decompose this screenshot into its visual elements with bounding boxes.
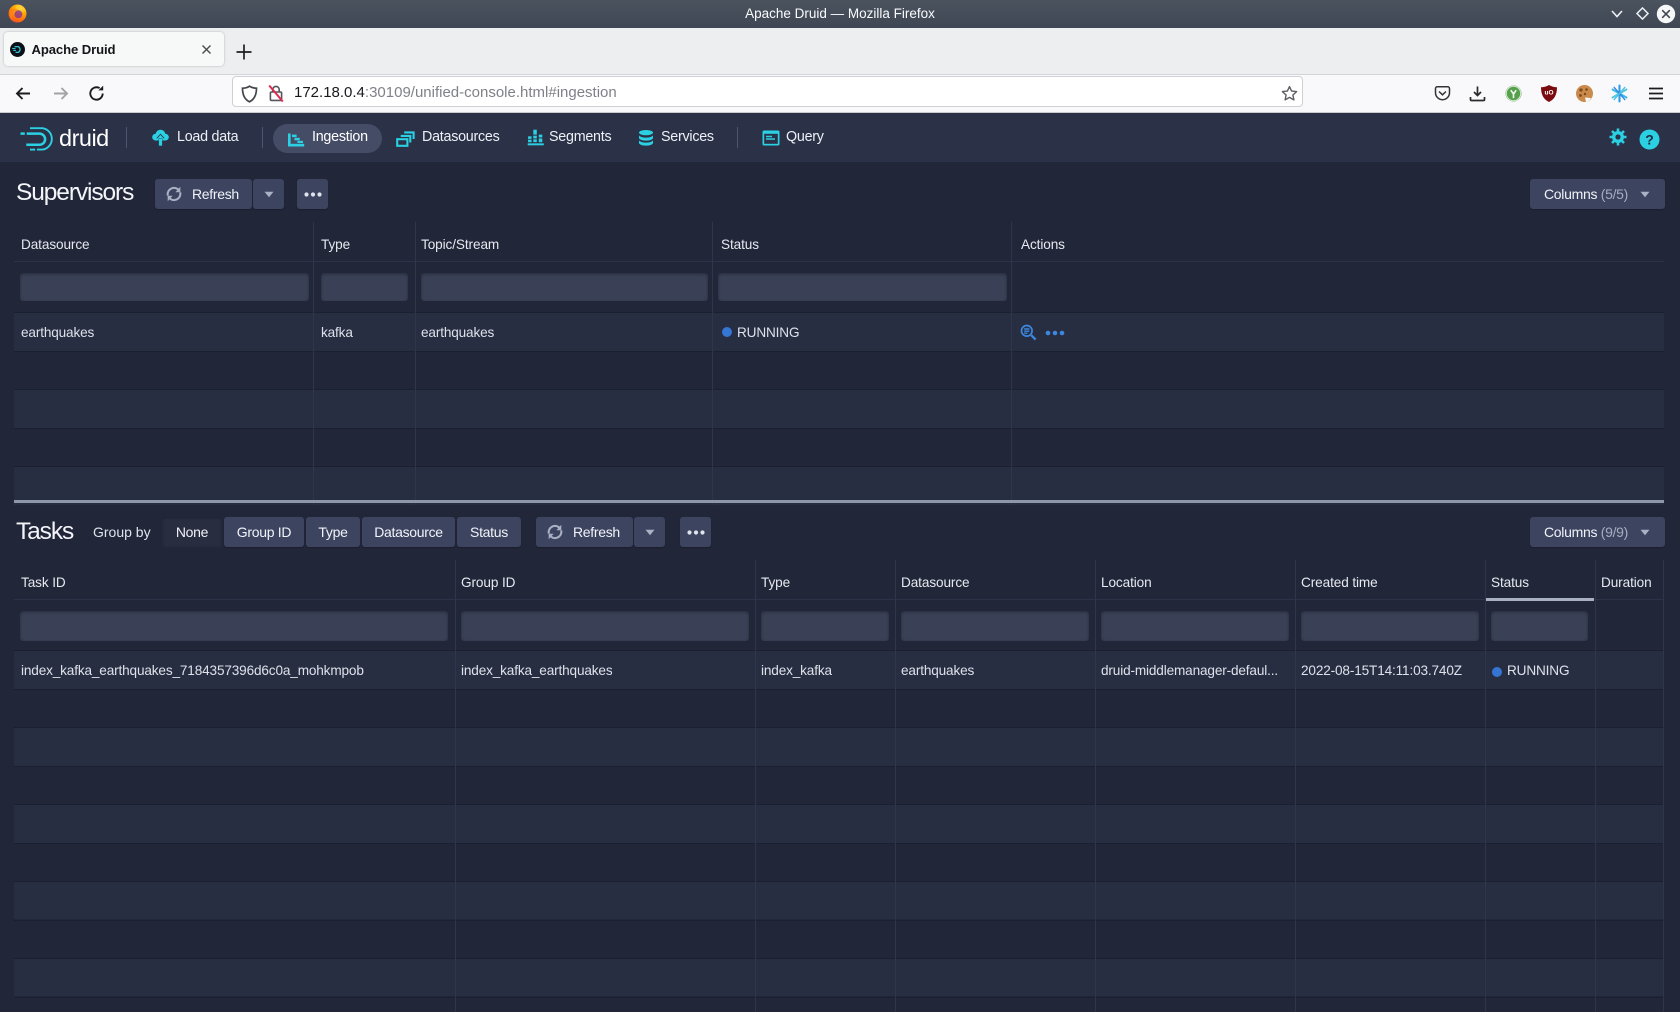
svg-text:?: ? xyxy=(1645,132,1654,148)
svg-text:uO: uO xyxy=(1544,90,1553,97)
